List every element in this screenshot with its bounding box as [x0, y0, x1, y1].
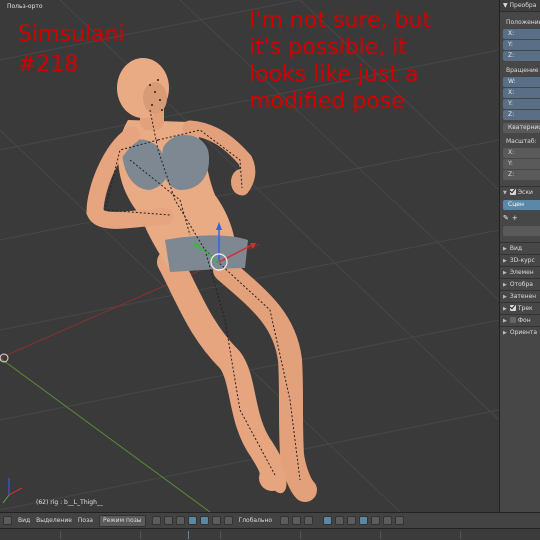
timeline-tick	[300, 531, 301, 539]
timeline-tick	[380, 531, 381, 539]
overlay-title-line1: Simsulani	[18, 22, 125, 47]
overlay-title-line2: #218	[18, 52, 79, 77]
collapsed-triangle-icon: ▶	[503, 270, 507, 276]
camera-icon[interactable]	[395, 516, 405, 525]
overlay-title: Simsulani #218	[18, 20, 125, 80]
collapsed-triangle-icon: ▶	[503, 330, 507, 336]
overlay-comment-line1: I'm not sure, but	[249, 8, 432, 33]
overlay-comment-line2: it's possible, it	[249, 35, 408, 60]
location-y-field[interactable]: Y:	[503, 40, 540, 50]
background-label: Фон	[517, 317, 531, 324]
active-bone-status: (62) rig : b__L_Thigh__	[36, 499, 103, 506]
scene-button[interactable]: Сцен	[503, 200, 540, 210]
pose-paste-icon[interactable]	[347, 516, 357, 525]
auto-ik-icon[interactable]	[359, 516, 369, 525]
collapsed-triangle-icon: ▶	[503, 258, 507, 264]
timeline-tick	[460, 531, 461, 539]
timeline-strip[interactable]	[0, 528, 540, 540]
sketch-label: Эски	[517, 189, 533, 196]
collapsed-triangle-icon: ▶	[503, 246, 507, 252]
scale-x-field[interactable]: X:	[503, 148, 540, 158]
section-view-label: Вид	[509, 245, 523, 252]
translate-icon[interactable]	[199, 516, 209, 525]
menu-pose[interactable]: Поза	[78, 517, 93, 524]
pencil-icon[interactable]: ✎	[503, 214, 509, 222]
motion-tracking-checkbox[interactable]	[509, 305, 516, 311]
view-label: Польз-орто	[7, 3, 43, 10]
section-display[interactable]: ▶ Отобра	[500, 278, 540, 290]
transform-header[interactable]: ▼ Преобра	[500, 0, 540, 12]
collapsed-triangle-icon: ▶	[503, 294, 507, 300]
timeline-tick	[140, 531, 141, 539]
location-z-field[interactable]: Z:	[503, 51, 540, 61]
location-x-field[interactable]: X:	[503, 29, 540, 39]
render-icon[interactable]	[383, 516, 393, 525]
viewport-header: Вид Выделение Поза Режим позы Глобально	[0, 512, 540, 528]
sketch-tools: ✎ +	[503, 212, 540, 224]
shading-mode-icon[interactable]	[151, 516, 161, 525]
mode-select[interactable]: Режим позы	[98, 514, 146, 527]
overlay-comment: I'm not sure, but it's possible, it look…	[249, 7, 489, 115]
menu-select[interactable]: Выделение	[36, 517, 72, 524]
scale-icon[interactable]	[223, 516, 233, 525]
collapsed-triangle-icon: ▶	[503, 306, 507, 312]
sketch-section-header[interactable]: ▼ Эски	[500, 186, 540, 198]
background-checkbox[interactable]	[509, 317, 516, 323]
sketch-checkbox[interactable]	[509, 189, 516, 195]
section-view[interactable]: ▶ Вид	[500, 242, 540, 254]
transform-orientation-select[interactable]: Глобально	[239, 517, 273, 524]
expand-triangle-icon: ▼	[503, 190, 507, 196]
section-shading-label: Затенен	[509, 293, 537, 300]
section-item[interactable]: ▶ Элемен	[500, 266, 540, 278]
overlay-comment-line4: modified pose	[249, 89, 405, 114]
rotation-mode-select[interactable]: Кватернио	[503, 123, 540, 133]
pivot-point-icon[interactable]	[163, 516, 173, 525]
section-orientation[interactable]: ▶ Ориента	[500, 326, 540, 338]
character-model[interactable]	[86, 58, 317, 502]
timeline-tick	[60, 531, 61, 539]
current-frame-marker[interactable]	[188, 531, 189, 539]
snap-icon[interactable]	[371, 516, 381, 525]
editor-type-icon[interactable]	[3, 516, 12, 525]
collapsed-triangle-icon: ▶	[503, 318, 507, 324]
rotate-icon[interactable]	[211, 516, 221, 525]
pose-copy-icon[interactable]	[335, 516, 345, 525]
add-button[interactable]: +	[512, 214, 518, 222]
layer-icon[interactable]	[292, 516, 302, 525]
location-label: Положение	[506, 19, 540, 26]
section-item-label: Элемен	[509, 269, 534, 276]
section-motion-tracking[interactable]: ▶ Трек	[500, 302, 540, 314]
manipulator-toggle-icon[interactable]	[187, 516, 197, 525]
sketch-layer-field[interactable]	[503, 226, 540, 236]
orientation-label: Ориента	[509, 329, 538, 336]
rotation-w-field[interactable]: W:	[503, 77, 540, 87]
rotation-z-field[interactable]: Z:	[503, 110, 540, 120]
section-shading[interactable]: ▶ Затенен	[500, 290, 540, 302]
layer-icon[interactable]	[304, 516, 314, 525]
rotation-label: Вращение	[506, 67, 539, 74]
scale-label: Масштаб:	[506, 138, 537, 145]
overlay-comment-line3: looks like just a	[249, 62, 419, 87]
properties-panel: ▼ Преобра Положение X: Y: Z: Вращение W:…	[499, 0, 540, 512]
section-3d-cursor[interactable]: ▶ 3D-курс	[500, 254, 540, 266]
scale-y-field[interactable]: Y:	[503, 159, 540, 169]
scale-z-field[interactable]: Z:	[503, 170, 540, 180]
menu-view[interactable]: Вид	[18, 517, 30, 524]
section-display-label: Отобра	[509, 281, 533, 288]
overlay-icon[interactable]	[175, 516, 185, 525]
axis-orientation-widget	[2, 478, 23, 504]
rotation-x-field[interactable]: X:	[503, 88, 540, 98]
section-3d-cursor-label: 3D-курс	[509, 257, 535, 264]
lock-icon[interactable]	[323, 516, 333, 525]
collapsed-triangle-icon: ▶	[503, 282, 507, 288]
timeline-tick	[220, 531, 221, 539]
3d-viewport[interactable]: Польз-орто Simsulani #218 I'm not sure, …	[0, 0, 499, 512]
motion-tracking-label: Трек	[517, 305, 533, 312]
rotation-y-field[interactable]: Y:	[503, 99, 540, 109]
section-background[interactable]: ▶ Фон	[500, 314, 540, 326]
layer-icon[interactable]	[280, 516, 290, 525]
